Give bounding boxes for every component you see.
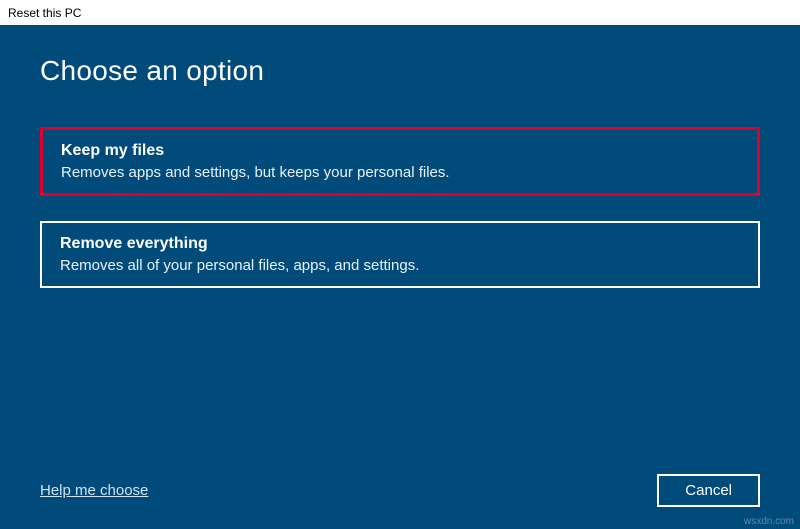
watermark: wsxdn.com (744, 516, 794, 527)
page-heading: Choose an option (40, 55, 760, 87)
titlebar: Reset this PC (0, 0, 800, 25)
option-remove-everything[interactable]: Remove everything Removes all of your pe… (40, 221, 760, 288)
option-description: Removes all of your personal files, apps… (60, 257, 740, 274)
option-keep-my-files[interactable]: Keep my files Removes apps and settings,… (40, 127, 760, 196)
option-title: Keep my files (61, 142, 739, 160)
main-panel: Choose an option Keep my files Removes a… (0, 25, 800, 529)
option-title: Remove everything (60, 235, 740, 253)
cancel-button[interactable]: Cancel (657, 474, 760, 507)
window-title: Reset this PC (8, 6, 81, 20)
footer: Help me choose Cancel (40, 474, 760, 507)
help-me-choose-link[interactable]: Help me choose (40, 482, 148, 499)
option-description: Removes apps and settings, but keeps you… (61, 164, 739, 181)
